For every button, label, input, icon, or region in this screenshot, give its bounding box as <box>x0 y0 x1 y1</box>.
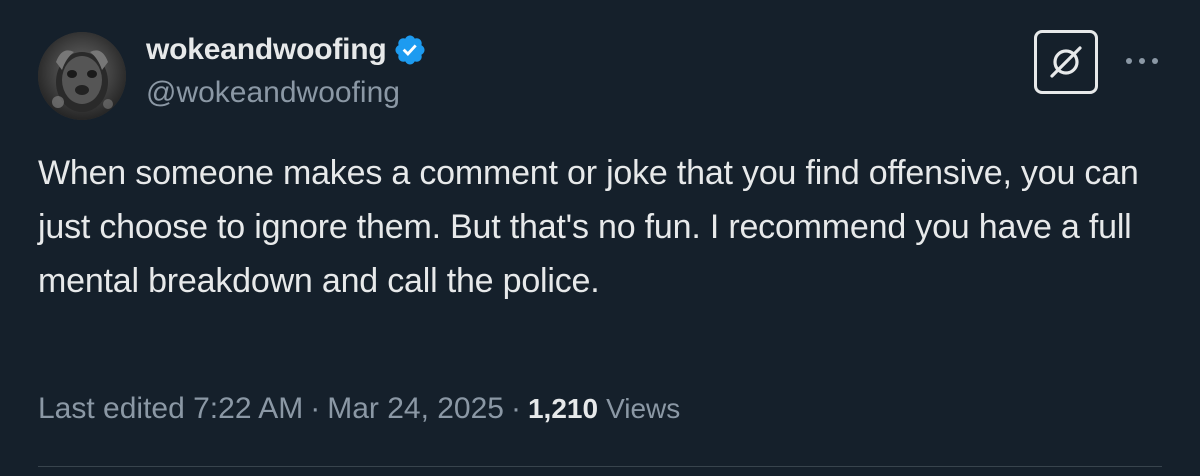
divider <box>38 466 1162 467</box>
grok-button[interactable] <box>1034 30 1098 94</box>
more-icon <box>1126 58 1158 64</box>
tweet-text: When someone makes a comment or joke tha… <box>38 154 1139 300</box>
tweet-metadata: Last edited 7:22 AM · Mar 24, 2025 · 1,2… <box>38 392 680 426</box>
edited-label[interactable]: Last edited <box>38 392 185 426</box>
separator: · <box>510 392 521 425</box>
grok-icon <box>1050 46 1082 78</box>
avatar-image <box>38 32 126 120</box>
tweet: wokeandwoofing @wokeandwoofing When some… <box>0 0 1200 476</box>
author-display-name[interactable]: wokeandwoofing <box>146 33 387 67</box>
author-name-row[interactable]: wokeandwoofing <box>146 30 427 70</box>
avatar[interactable] <box>38 32 126 120</box>
tweet-date[interactable]: Mar 24, 2025 <box>327 392 504 426</box>
separator: · <box>310 392 321 425</box>
more-options-button[interactable] <box>1122 46 1162 76</box>
verified-badge-icon[interactable] <box>393 33 427 67</box>
views-label[interactable]: Views <box>606 393 680 425</box>
author-handle[interactable]: @wokeandwoofing <box>146 76 400 110</box>
tweet-time[interactable]: 7:22 AM <box>193 392 303 426</box>
views-count[interactable]: 1,210 <box>528 393 598 425</box>
